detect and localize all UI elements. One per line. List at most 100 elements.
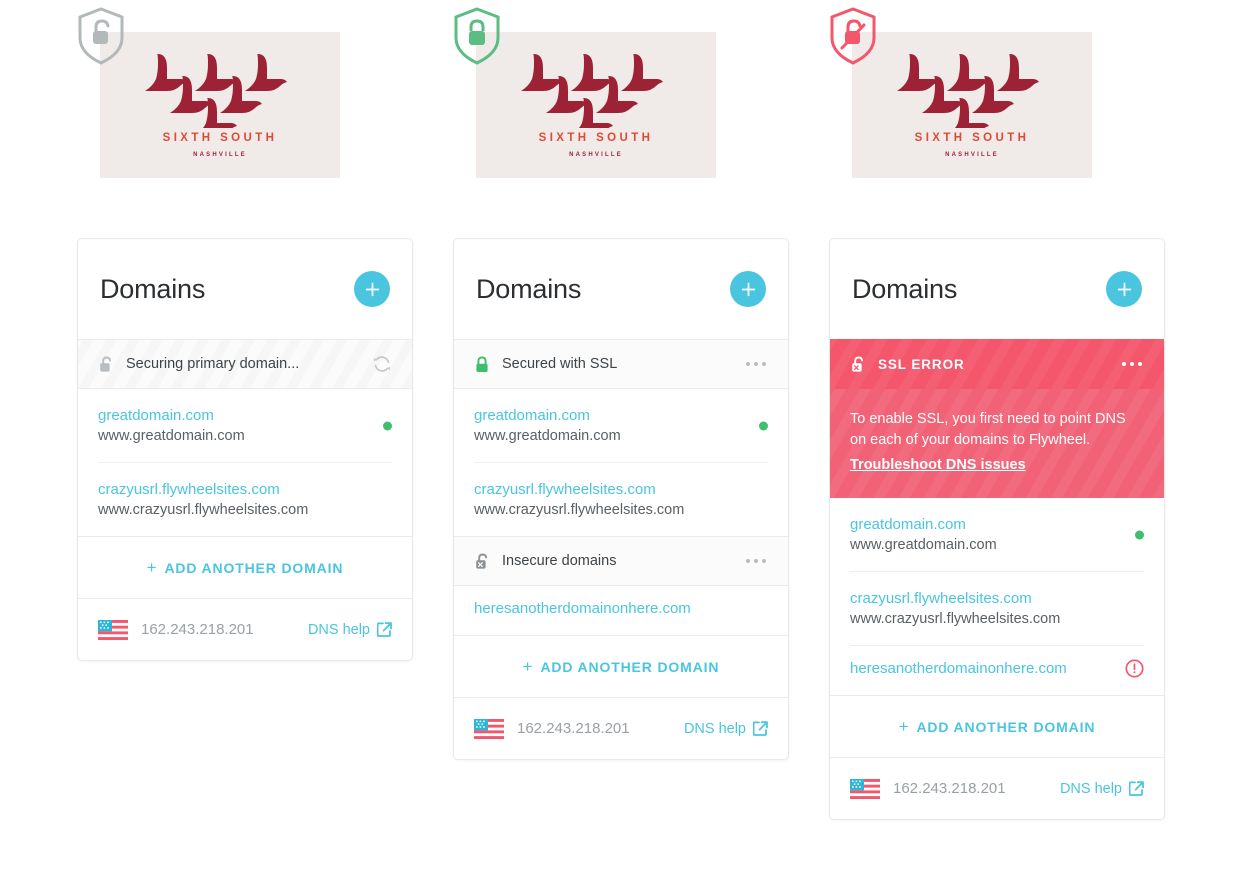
add-another-domain-button[interactable]: + ADD ANOTHER DOMAIN (830, 695, 1164, 757)
add-domain-button[interactable] (730, 271, 766, 307)
domain-primary-link[interactable]: greatdomain.com (98, 407, 392, 424)
domain-row: crazyusrl.flywheelsites.com www.crazyusr… (98, 463, 392, 536)
plus-glyph: + (522, 656, 534, 676)
locked-padlock-icon (474, 356, 490, 373)
site-thumbnail-wrap: SIXTH SOUTH NASHVILLE (804, 0, 1180, 200)
shield-padlock-slash-icon (830, 7, 876, 65)
ssl-status-strip: Secured with SSL (454, 339, 788, 389)
domain-primary-link[interactable]: crazyusrl.flywheelsites.com (98, 481, 392, 498)
unlocked-padlock-x-icon (474, 553, 490, 570)
add-domain-button[interactable] (354, 271, 390, 307)
shield-locked-icon (454, 7, 500, 65)
domain-secondary-label: www.greatdomain.com (850, 537, 997, 554)
domain-row: heresanotherdomainonhere.com (474, 586, 768, 635)
server-ip-label: 162.243.218.201 (893, 780, 1006, 798)
domain-row: greatdomain.com www.greatdomain.com (98, 389, 392, 463)
logo-subtitle: NASHVILLE (945, 152, 999, 158)
domain-primary-link[interactable]: greatdomain.com (850, 516, 1144, 533)
domain-primary-link[interactable]: greatdomain.com (474, 407, 768, 424)
logo-subtitle: NASHVILLE (569, 152, 623, 158)
site-column-secured: SIXTH SOUTH NASHVILLE Domains Secured wi… (428, 0, 804, 760)
site-thumbnail-wrap: SIXTH SOUTH NASHVILLE (428, 0, 804, 200)
dns-help-link[interactable]: DNS help (684, 721, 768, 737)
ssl-error-message: To enable SSL, you first need to point D… (850, 411, 1126, 449)
plus-glyph: + (898, 716, 910, 736)
site-screenshot-thumbnail[interactable]: SIXTH SOUTH NASHVILLE (100, 32, 340, 178)
logo-name: SIXTH SOUTH (538, 132, 654, 144)
site-column-error: SIXTH SOUTH NASHVILLE Domains SSL ERROR … (804, 0, 1180, 821)
domain-secondary-label: www.crazyusrl.flywheelsites.com (850, 611, 1061, 628)
ssl-error-banner-body: To enable SSL, you first need to point D… (830, 389, 1164, 499)
domain-primary-link[interactable]: heresanotherdomainonhere.com (474, 600, 768, 617)
ssl-status-label: Secured with SSL (502, 356, 618, 372)
add-another-domain-label: ADD ANOTHER DOMAIN (916, 718, 1096, 735)
shield-unlocked-icon (78, 7, 124, 65)
plus-glyph: + (146, 557, 158, 577)
domain-secondary-label: www.greatdomain.com (474, 428, 621, 444)
domain-primary-link[interactable]: crazyusrl.flywheelsites.com (474, 481, 768, 498)
card-footer: 162.243.218.201 DNS help (78, 598, 412, 660)
more-dots-icon[interactable] (1120, 356, 1144, 372)
dns-help-link[interactable]: DNS help (308, 622, 392, 638)
refresh-spinner-icon[interactable] (372, 354, 392, 374)
ssl-status-label: Securing primary domain... (126, 356, 300, 372)
status-dot-ok (383, 421, 392, 430)
insecure-domains-strip: Insecure domains (454, 536, 788, 586)
sixth-south-geese-logo (521, 54, 663, 128)
us-flag-icon (474, 718, 504, 739)
card-header: Domains (454, 239, 788, 339)
site-screenshot-thumbnail[interactable]: SIXTH SOUTH NASHVILLE (852, 32, 1092, 178)
page-title: Domains (852, 273, 958, 304)
more-dots-icon[interactable] (744, 356, 768, 372)
sixth-south-geese-logo (897, 54, 1039, 128)
card-footer: 162.243.218.201 DNS help (830, 757, 1164, 819)
server-ip-label: 162.243.218.201 (141, 621, 254, 638)
error-circle-icon (1125, 658, 1144, 678)
domain-secondary-label: www.greatdomain.com (98, 428, 245, 444)
add-another-domain-label: ADD ANOTHER DOMAIN (164, 559, 344, 576)
sixth-south-geese-logo (145, 54, 287, 128)
card-footer: 162.243.218.201 DNS help (454, 697, 788, 759)
add-another-domain-button[interactable]: + ADD ANOTHER DOMAIN (454, 635, 788, 697)
domain-primary-link[interactable]: heresanotherdomainonhere.com (850, 660, 1144, 677)
card-header: Domains (78, 239, 412, 339)
ssl-error-heading: SSL ERROR (878, 356, 965, 372)
add-domain-button[interactable] (1106, 271, 1142, 307)
domain-row: greatdomain.com www.greatdomain.com (850, 498, 1144, 573)
dns-help-label: DNS help (307, 621, 370, 638)
add-another-domain-button[interactable]: + ADD ANOTHER DOMAIN (78, 536, 412, 598)
domains-card-securing: Domains Securing primary domain... great… (77, 238, 413, 661)
dns-help-label: DNS help (683, 720, 746, 737)
external-link-icon (1129, 781, 1144, 796)
domain-secondary-label: www.crazyusrl.flywheelsites.com (98, 502, 309, 518)
domain-primary-link[interactable]: crazyusrl.flywheelsites.com (850, 590, 1144, 607)
domain-row: heresanotherdomainonhere.com (850, 646, 1144, 695)
domain-list: greatdomain.com www.greatdomain.com craz… (454, 389, 788, 536)
page-title: Domains (100, 273, 206, 304)
external-link-icon (753, 721, 768, 736)
us-flag-icon (98, 619, 128, 640)
logo-name: SIXTH SOUTH (914, 132, 1030, 144)
dns-help-link[interactable]: DNS help (1060, 781, 1144, 797)
troubleshoot-dns-link[interactable]: Troubleshoot DNS issues (850, 455, 1026, 476)
site-screenshot-thumbnail[interactable]: SIXTH SOUTH NASHVILLE (476, 32, 716, 178)
more-dots-icon[interactable] (744, 553, 768, 569)
domain-list: greatdomain.com www.greatdomain.com craz… (830, 498, 1164, 695)
domains-card-secured: Domains Secured with SSL greatdomain.com… (453, 238, 789, 760)
screenshot-root: SIXTH SOUTH NASHVILLE Domains Securing p… (0, 0, 1244, 872)
card-header: Domains (830, 239, 1164, 339)
logo-name: SIXTH SOUTH (162, 132, 278, 144)
plus-icon (1117, 282, 1131, 296)
server-ip-label: 162.243.218.201 (517, 720, 630, 737)
page-title: Domains (476, 273, 582, 304)
domain-row: crazyusrl.flywheelsites.com www.crazyusr… (850, 572, 1144, 647)
status-dot-ok (759, 421, 768, 430)
domain-row: crazyusrl.flywheelsites.com www.crazyusr… (474, 463, 768, 536)
external-link-icon (377, 622, 392, 637)
site-thumbnail-wrap: SIXTH SOUTH NASHVILLE (52, 0, 428, 200)
insecure-domain-list: heresanotherdomainonhere.com (454, 586, 788, 635)
dns-help-label: DNS help (1059, 780, 1122, 797)
domain-row: greatdomain.com www.greatdomain.com (474, 389, 768, 463)
ssl-error-banner-header: SSL ERROR (830, 339, 1164, 389)
us-flag-icon (850, 778, 880, 799)
